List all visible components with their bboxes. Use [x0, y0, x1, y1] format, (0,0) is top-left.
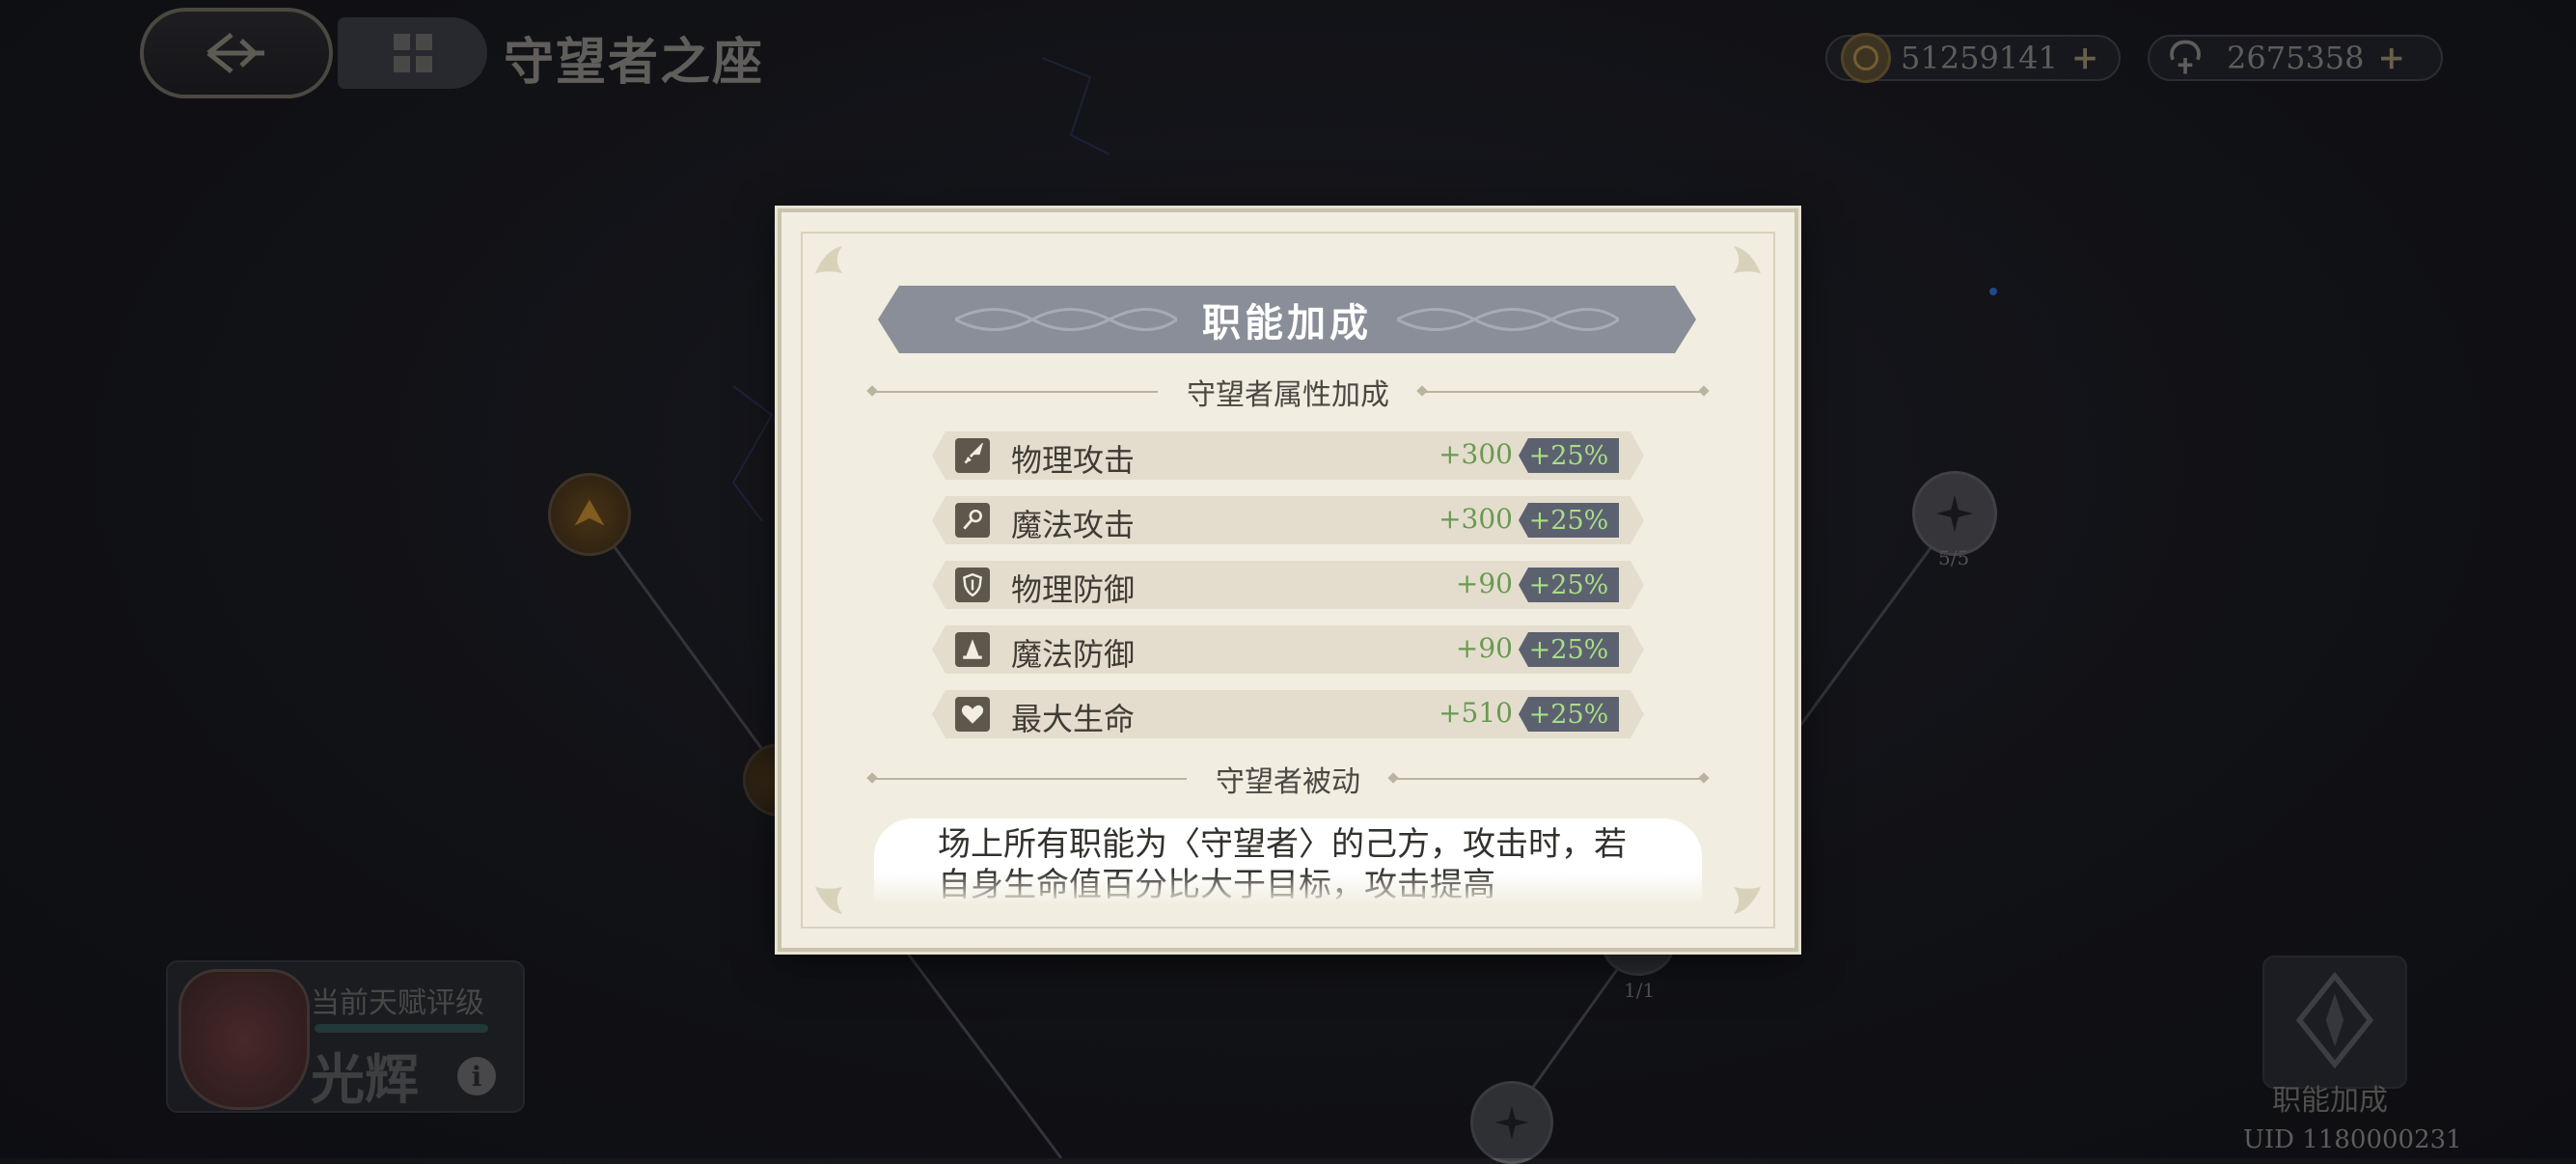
attribute-section-header: 守望者属性加成 — [868, 373, 1708, 412]
stat-percent-badge: +25% — [1519, 697, 1619, 732]
stat-name: 物理防御 — [1011, 571, 1136, 608]
dialog-title: 职能加成 — [1202, 300, 1372, 346]
passive-section-header: 守望者被动 — [868, 760, 1708, 799]
divider — [868, 391, 1158, 393]
attribute-section-title: 守望者属性加成 — [1187, 378, 1389, 412]
stat-percent-badge: +25% — [1519, 632, 1619, 667]
corner-ornament-icon — [1734, 887, 1761, 914]
stat-row-magic-attack: 魔法攻击 +300 +25% — [932, 496, 1644, 544]
stat-name: 魔法防御 — [1011, 636, 1136, 673]
scroll-fade — [874, 873, 1702, 905]
corner-ornament-icon — [815, 246, 842, 273]
sword-icon — [955, 438, 990, 473]
stat-name: 最大生命 — [1011, 701, 1136, 737]
stat-value: +90 — [1455, 568, 1513, 599]
banner-ornament-icon — [955, 308, 1177, 331]
stat-name: 物理攻击 — [1011, 442, 1136, 479]
divider — [1418, 391, 1708, 393]
stat-value: +90 — [1455, 632, 1513, 664]
stat-row-max-hp: 最大生命 +510 +25% — [932, 690, 1644, 738]
corner-ornament-icon — [1734, 246, 1761, 273]
corner-ornament-icon — [815, 887, 842, 914]
wizard-hat-icon — [955, 632, 990, 667]
passive-section-title: 守望者被动 — [1216, 765, 1360, 799]
banner-ornament-icon — [1397, 308, 1619, 331]
role-bonus-dialog: 职能加成 守望者属性加成 物理攻击 +300 +25% 魔法攻击 +300 +2… — [778, 208, 1798, 952]
stat-value: +510 — [1439, 697, 1513, 729]
stat-percent-badge: +25% — [1519, 568, 1619, 602]
stat-value: +300 — [1439, 503, 1513, 535]
divider — [1389, 778, 1708, 780]
shield-icon — [955, 568, 990, 602]
passive-description-box[interactable]: 场上所有职能为〈守望者〉的己方，攻击时，若自身生命值百分比大于目标，攻击提高 — [874, 818, 1702, 905]
divider — [868, 778, 1187, 780]
dialog-title-banner: 职能加成 — [878, 286, 1696, 353]
stat-percent-badge: +25% — [1519, 503, 1619, 538]
stat-row-physical-defense: 物理防御 +90 +25% — [932, 561, 1644, 609]
stat-row-physical-attack: 物理攻击 +300 +25% — [932, 431, 1644, 480]
staff-icon — [955, 503, 990, 538]
stat-value: +300 — [1439, 438, 1513, 470]
stat-row-magic-defense: 魔法防御 +90 +25% — [932, 625, 1644, 674]
stat-name: 魔法攻击 — [1011, 507, 1136, 543]
heart-icon — [955, 697, 990, 732]
stat-percent-badge: +25% — [1519, 438, 1619, 473]
